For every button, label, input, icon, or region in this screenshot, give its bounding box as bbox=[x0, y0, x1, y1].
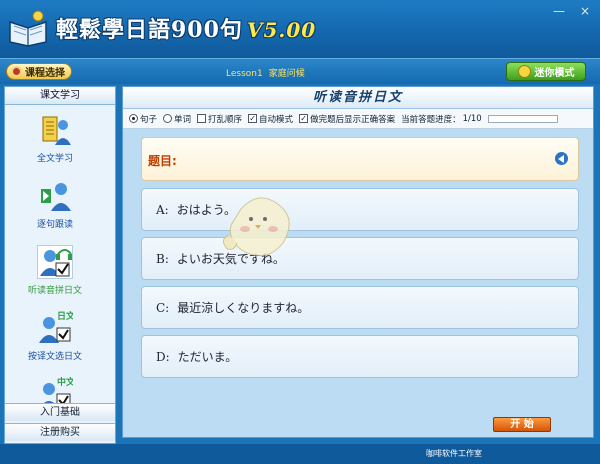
checkbox-shuffle[interactable]: 打乱顺序 bbox=[197, 113, 242, 125]
sidebar-item-listen-spell[interactable]: 听读音拼日文 bbox=[5, 245, 105, 296]
lesson-label: Lesson1 家庭问候 bbox=[226, 66, 311, 79]
sidebar: 课文学习 全文学习 逐句跟读 听读音拼日文 日文 按译文选日文 中文 入门基础 … bbox=[4, 86, 116, 444]
progress-label: 当前答题进度： bbox=[401, 114, 461, 125]
answer-text: ただいま。 bbox=[177, 350, 238, 364]
book-logo-icon bbox=[9, 10, 47, 47]
headphone-check-icon bbox=[37, 245, 73, 279]
speaker-icon[interactable] bbox=[555, 152, 568, 165]
sidebar-item-basics[interactable]: 入门基础 bbox=[5, 403, 115, 421]
answer-option-d[interactable]: D: ただいま。 bbox=[141, 335, 579, 378]
checkbox-checked-icon: ✓ bbox=[299, 114, 309, 123]
answer-option-a[interactable]: A: おはよう。 bbox=[141, 188, 579, 231]
radio-sentence-label: 句子 bbox=[140, 114, 158, 125]
question-box: 题目: bbox=[141, 137, 579, 181]
smiley-icon bbox=[517, 65, 531, 78]
sidebar-item-label: 逐句跟读 bbox=[36, 220, 73, 230]
sidebar-item-label: 按译文选日文 bbox=[27, 352, 82, 362]
checkbox-auto-mode[interactable]: ✓ 自动模式 bbox=[248, 113, 293, 125]
checkbox-show-answer-label: 做完题后显示正确答案 bbox=[310, 114, 396, 125]
radio-word-label: 单词 bbox=[174, 114, 192, 125]
radio-word[interactable]: 单词 bbox=[163, 113, 191, 125]
sidebar-item-label: 听读音拼日文 bbox=[27, 286, 82, 296]
app-title: 輕鬆學日語900句 V5.00 bbox=[56, 12, 316, 44]
page-title: 听读音拼日文 bbox=[123, 87, 593, 109]
sidebar-item-full-text[interactable]: 全文学习 bbox=[5, 113, 105, 164]
lesson-name: 家庭问候 bbox=[268, 69, 305, 79]
sidebar-header[interactable]: 课文学习 bbox=[5, 87, 115, 105]
sidebar-item-label: 全文学习 bbox=[36, 154, 73, 164]
person-check-icon: 中文 bbox=[37, 376, 76, 403]
bird-mascot-icon bbox=[223, 197, 290, 256]
gear-icon bbox=[11, 66, 22, 77]
start-button[interactable]: 开 始 bbox=[493, 417, 551, 432]
progress-readout: 当前答题进度： 1/10 bbox=[401, 113, 482, 125]
checkbox-icon bbox=[197, 114, 207, 123]
answer-letter: C: bbox=[156, 300, 170, 315]
footer: 咖啡软件工作室 bbox=[0, 444, 600, 464]
title-bar: 輕鬆學日語900句 V5.00 — × bbox=[0, 0, 600, 58]
progress-value: 1/10 bbox=[462, 113, 482, 124]
book-person-icon bbox=[37, 113, 73, 147]
checkbox-checked-icon: ✓ bbox=[248, 114, 258, 123]
course-select-label: 课程选择 bbox=[25, 68, 65, 79]
minimize-button[interactable]: — bbox=[550, 4, 568, 18]
options-bar: 句子 单词 打乱顺序 ✓ 自动模式 ✓ 做完题后显示正确答案 当前答题进度： 1/10 bbox=[123, 109, 593, 129]
radio-icon bbox=[163, 114, 173, 123]
app-name: 輕鬆學日語900句 bbox=[56, 17, 243, 43]
lesson-id: Lesson1 bbox=[226, 69, 263, 79]
sidebar-item-register[interactable]: 注册购买 bbox=[5, 423, 115, 441]
sidebar-item-follow-read[interactable]: 逐句跟读 bbox=[5, 179, 105, 230]
progress-bar bbox=[487, 114, 558, 123]
sidebar-item-japanese-to-chinese[interactable]: 中文 bbox=[5, 376, 105, 403]
sidebar-item-translation-to-japanese[interactable]: 日文 按译文选日文 bbox=[5, 310, 105, 362]
course-select-button[interactable]: 课程选择 bbox=[6, 63, 72, 80]
answer-letter: A: bbox=[156, 202, 169, 217]
mini-mode-label: 迷你模式 bbox=[534, 68, 575, 79]
person-play-icon bbox=[37, 179, 73, 213]
checkbox-show-answer[interactable]: ✓ 做完题后显示正确答案 bbox=[299, 113, 395, 125]
main-panel: 听读音拼日文 句子 单词 打乱顺序 ✓ 自动模式 ✓ 做完题后显示正确答案 当前答题… bbox=[122, 86, 594, 438]
mini-mode-button[interactable]: 迷你模式 bbox=[506, 62, 586, 81]
answer-letter: B: bbox=[156, 251, 169, 266]
answer-option-b[interactable]: B: よいお天気ですね。 bbox=[141, 237, 579, 280]
close-button[interactable]: × bbox=[576, 4, 594, 18]
checkbox-shuffle-label: 打乱顺序 bbox=[208, 114, 243, 125]
radio-sentence[interactable]: 句子 bbox=[129, 113, 157, 125]
toolbar: 课程选择 Lesson1 家庭问候 迷你模式 bbox=[0, 58, 600, 84]
radio-icon bbox=[129, 114, 138, 123]
badge-japanese: 日文 bbox=[57, 311, 73, 322]
answer-option-c[interactable]: C: 最近涼しくなりますね。 bbox=[141, 286, 579, 329]
question-label: 题目: bbox=[148, 154, 177, 168]
badge-chinese: 中文 bbox=[57, 377, 73, 388]
answer-letter: D: bbox=[156, 349, 170, 364]
person-check-icon: 日文 bbox=[37, 310, 76, 345]
sidebar-list: 全文学习 逐句跟读 听读音拼日文 日文 按译文选日文 中文 bbox=[5, 105, 115, 403]
checkbox-auto-mode-label: 自动模式 bbox=[259, 114, 294, 125]
studio-label: 咖啡软件工作室 bbox=[426, 449, 482, 458]
app-version: V5.00 bbox=[246, 18, 317, 42]
answer-text: 最近涼しくなりますね。 bbox=[177, 301, 310, 315]
